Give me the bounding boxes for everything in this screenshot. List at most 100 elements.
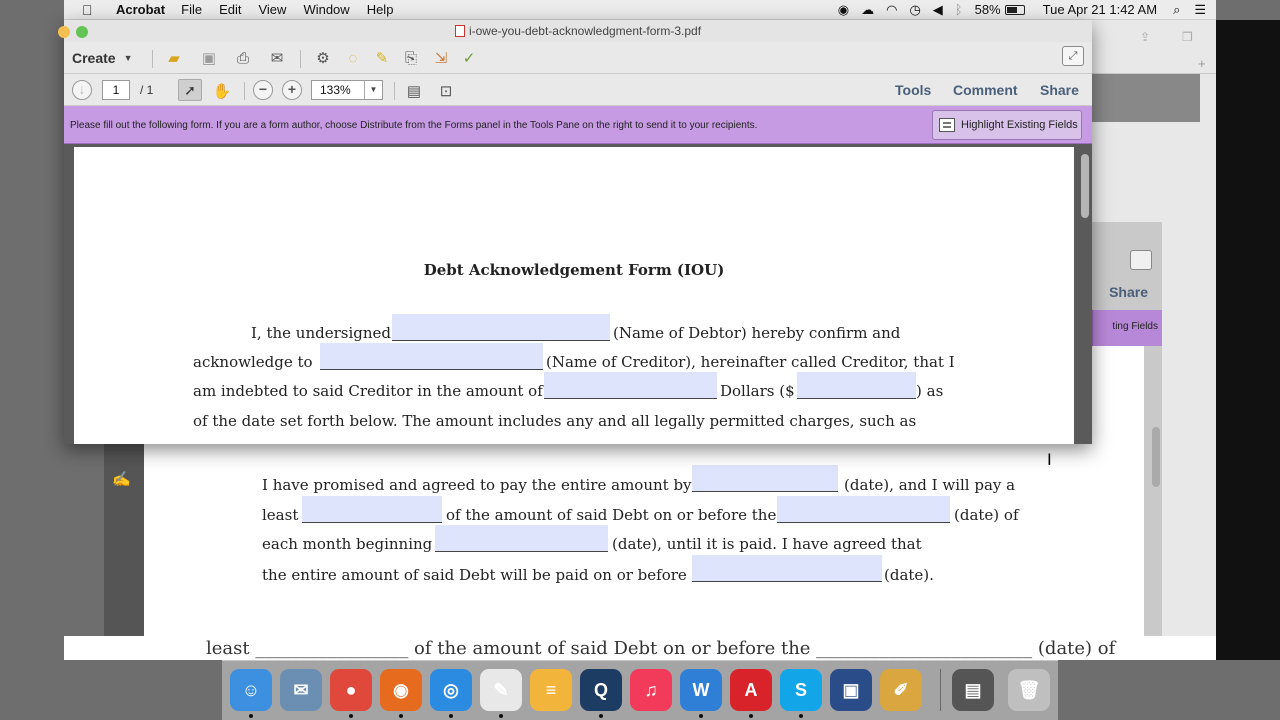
highlight-fields-fragment[interactable]: ting Fields bbox=[1112, 321, 1158, 332]
dock-notes-icon[interactable]: ≡ bbox=[530, 669, 572, 711]
dock-separator bbox=[940, 669, 941, 711]
battery-status[interactable]: 58% bbox=[975, 2, 1025, 17]
comment-button[interactable]: Comment bbox=[953, 82, 1018, 98]
para1-line2b: (Name of Creditor), hereinafter called C… bbox=[546, 353, 955, 371]
dock-textedit-icon[interactable]: ✎ bbox=[480, 669, 522, 711]
background-window-toolbar: ⇪ ❐ + bbox=[1090, 20, 1216, 74]
signature-icon[interactable]: ✍ bbox=[112, 470, 134, 488]
amount-words-field[interactable] bbox=[544, 372, 717, 399]
creditor-name-field[interactable] bbox=[320, 343, 543, 370]
spotlight-search-icon[interactable]: ⌕ bbox=[1173, 2, 1180, 18]
dock-firefox-icon[interactable]: ◉ bbox=[380, 669, 422, 711]
final-date-field[interactable] bbox=[692, 555, 882, 582]
dock-documents-icon[interactable]: ▤ bbox=[952, 669, 994, 711]
apple-menu-icon[interactable]:  bbox=[82, 2, 98, 18]
highlight-existing-fields-button[interactable]: Highlight Existing Fields bbox=[932, 110, 1082, 140]
chevron-down-icon: ▼ bbox=[123, 53, 133, 63]
print-icon[interactable]: ⎙ bbox=[231, 47, 255, 69]
menu-window[interactable]: Window bbox=[303, 2, 349, 17]
start-date-field[interactable] bbox=[435, 525, 608, 552]
notification-center-icon[interactable]: ☰ bbox=[1194, 2, 1206, 18]
monthly-amount-field[interactable] bbox=[302, 496, 442, 523]
time-machine-icon[interactable]: ◷ bbox=[909, 2, 920, 18]
select-tool-icon[interactable]: ➚ bbox=[178, 79, 202, 101]
app-menu[interactable]: Acrobat bbox=[116, 2, 165, 17]
dock-running-indicator bbox=[449, 714, 453, 718]
new-tab-icon[interactable]: + bbox=[1198, 56, 1206, 71]
para1-line4: of the date set forth below. The amount … bbox=[193, 412, 917, 430]
para1-line3b: Dollars ($ bbox=[720, 382, 795, 400]
document-title: Debt Acknowledgement Form (IOU) bbox=[423, 261, 725, 279]
dock-utility-icon[interactable]: ✐ bbox=[880, 669, 922, 711]
monthly-due-date-field[interactable] bbox=[777, 496, 950, 523]
comment-bubble-icon[interactable]: ◌ bbox=[342, 47, 364, 69]
para2-line4b: (date). bbox=[884, 566, 934, 584]
create-button[interactable]: Create ▼ bbox=[72, 47, 133, 69]
highlight-fields-label: Highlight Existing Fields bbox=[961, 119, 1078, 131]
menu-edit[interactable]: Edit bbox=[219, 2, 241, 17]
menu-view[interactable]: View bbox=[258, 2, 286, 17]
share-sheet-icon[interactable]: ⇪ bbox=[1140, 30, 1150, 44]
open-folder-icon[interactable]: ▰ bbox=[162, 47, 186, 69]
desktop-edge bbox=[1216, 20, 1280, 660]
menu-help[interactable]: Help bbox=[367, 2, 394, 17]
zoom-in-icon[interactable]: + bbox=[282, 80, 302, 100]
volume-icon[interactable]: ◀ bbox=[933, 2, 943, 18]
zoom-out-icon[interactable]: − bbox=[253, 80, 273, 100]
sign-icon[interactable]: ✓ bbox=[458, 47, 480, 69]
dock-running-indicator bbox=[699, 714, 703, 718]
share-button[interactable]: Share bbox=[1040, 82, 1079, 98]
gear-icon[interactable]: ⚙ bbox=[312, 47, 334, 69]
blurred-line: least _________________ of the amount of… bbox=[206, 638, 1116, 659]
menu-bar:  Acrobat File Edit View Window Help ◉ ☁… bbox=[64, 0, 1216, 20]
para2-line1b: (date), and I will pay a bbox=[844, 476, 1016, 494]
document-area: Debt Acknowledgement Form (IOU) I, the u… bbox=[64, 144, 1092, 444]
vertical-scrollbar-back[interactable] bbox=[1152, 427, 1160, 487]
dock-chrome-icon[interactable]: ● bbox=[330, 669, 372, 711]
zoom-level-select[interactable]: 133% ▼ bbox=[311, 80, 383, 100]
window-tabs-icon[interactable]: ❐ bbox=[1182, 30, 1193, 44]
page-number-input[interactable]: 1 bbox=[102, 80, 130, 100]
previous-page-icon[interactable]: ↓ bbox=[72, 80, 92, 100]
email-icon[interactable]: ✉ bbox=[265, 47, 289, 69]
dock-preview-icon[interactable]: ✉ bbox=[280, 669, 322, 711]
dock-screen-icon[interactable]: ▣ bbox=[830, 669, 872, 711]
cloud-icon[interactable]: ☁ bbox=[861, 2, 874, 18]
background-window-toolsrow bbox=[1090, 74, 1200, 122]
dock-finder-icon[interactable]: ☺ bbox=[230, 669, 272, 711]
dock-safari-icon[interactable]: ◎ bbox=[430, 669, 472, 711]
tools-button[interactable]: Tools bbox=[895, 82, 931, 98]
fit-width-icon[interactable]: ⊡ bbox=[434, 80, 458, 102]
window-title: i-owe-you-debt-acknowledgment-form-3.pdf bbox=[468, 24, 702, 38]
para2-line1a: I have promised and agreed to pay the en… bbox=[262, 476, 692, 494]
share-button-back[interactable]: Share bbox=[1109, 284, 1148, 300]
fit-page-icon[interactable]: ▤ bbox=[402, 80, 426, 102]
document-text-blurred: least _________________ of the amount of… bbox=[64, 636, 1216, 660]
menu-file[interactable]: File bbox=[181, 2, 202, 17]
amount-dollars-field[interactable] bbox=[797, 372, 916, 399]
dock-skype-icon[interactable]: S bbox=[780, 669, 822, 711]
bluetooth-icon[interactable]: ᛒ bbox=[955, 2, 963, 17]
highlight-text-icon[interactable]: ✎ bbox=[371, 47, 393, 69]
debtor-name-field[interactable] bbox=[392, 314, 610, 341]
clock[interactable]: Tue Apr 21 1:42 AM bbox=[1043, 2, 1157, 17]
expand-icon[interactable]: ⤢ bbox=[1062, 46, 1084, 66]
export-icon[interactable]: ⇲ bbox=[430, 47, 452, 69]
dock-word-icon[interactable]: W bbox=[680, 669, 722, 711]
attach-file-icon[interactable]: ⎘ bbox=[400, 47, 422, 69]
para1-line1b: (Name of Debtor) hereby confirm and bbox=[613, 324, 901, 342]
wifi-icon[interactable]: ◠ bbox=[886, 2, 897, 18]
zoom-value: 133% bbox=[320, 83, 351, 97]
document-page: Debt Acknowledgement Form (IOU) I, the u… bbox=[74, 147, 1074, 444]
expand-icon[interactable] bbox=[1130, 250, 1152, 270]
save-icon[interactable]: ▣ bbox=[197, 47, 221, 69]
record-icon[interactable]: ◉ bbox=[838, 2, 849, 18]
dock-acrobat-icon[interactable]: A bbox=[730, 669, 772, 711]
pdf-file-icon bbox=[454, 25, 465, 37]
dock-itunes-icon[interactable]: ♫ bbox=[630, 669, 672, 711]
vertical-scrollbar[interactable] bbox=[1081, 154, 1089, 218]
hand-tool-icon[interactable]: ✋ bbox=[210, 80, 234, 102]
dock-quicktime-icon[interactable]: Q bbox=[580, 669, 622, 711]
dock-trash-icon[interactable]: 🗑 bbox=[1008, 669, 1050, 711]
payoff-date-field[interactable] bbox=[692, 465, 838, 492]
